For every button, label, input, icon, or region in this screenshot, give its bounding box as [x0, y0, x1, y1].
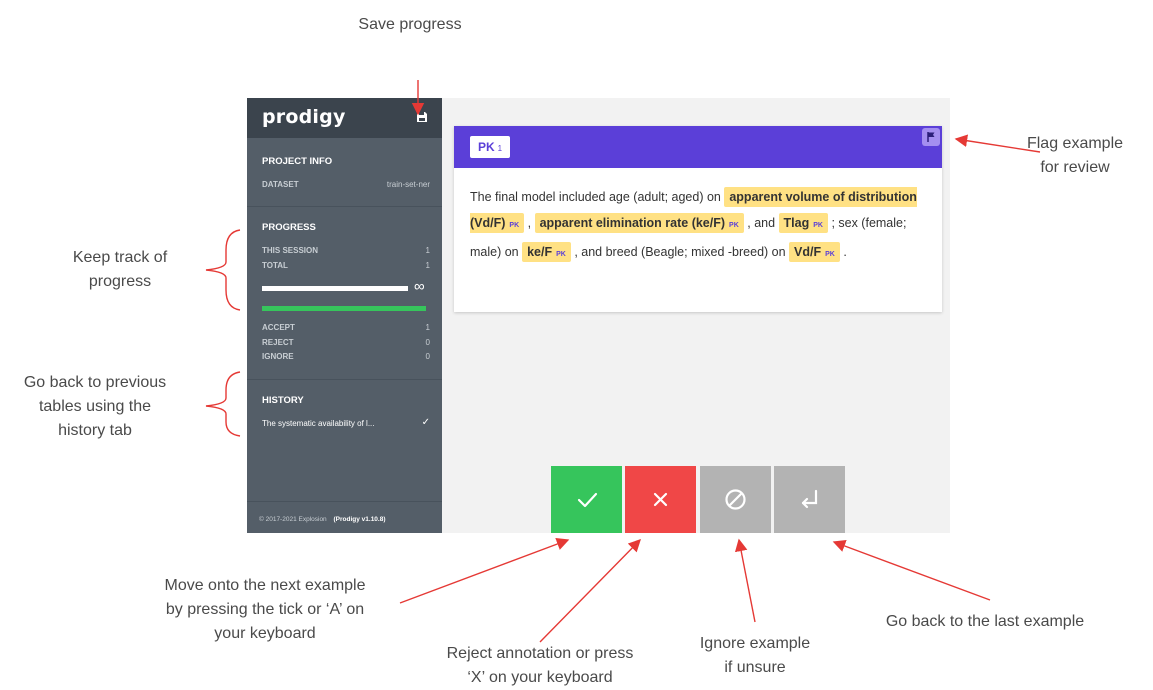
note-line: Ignore example [699, 635, 811, 652]
entity-label: PK [509, 222, 520, 229]
note-ignore: Ignore example if unsure [680, 632, 830, 680]
note-line: tables using the [38, 398, 152, 415]
label-text: PK [478, 140, 495, 154]
x-icon [653, 492, 668, 507]
text-segment: , and [743, 216, 779, 230]
note-flag-example: Flag example for review [1000, 132, 1150, 180]
note-line: Keep track of [72, 249, 168, 266]
arrow-reject [539, 539, 641, 643]
version-text: (Prodigy v1.10.8) [333, 516, 386, 523]
flag-icon[interactable] [922, 128, 940, 146]
this-session-value: 1 [425, 246, 430, 255]
ignore-value: 0 [425, 352, 430, 361]
return-arrow-icon [801, 489, 818, 509]
note-line: your keyboard [214, 625, 316, 642]
entity-label: PK [556, 251, 566, 258]
reject-value: 0 [425, 338, 430, 347]
progress-title: PROGRESS [262, 222, 316, 233]
footer: © 2017-2021 Explosion (Prodigy v1.10.8) [259, 516, 386, 523]
ignore-button[interactable] [700, 466, 771, 533]
dataset-value: train-set-ner [386, 180, 430, 189]
project-info-title: PROJECT INFO [262, 156, 333, 167]
copyright-text: © 2017-2021 Explosion [259, 516, 327, 523]
dataset-key: DATASET [262, 180, 299, 189]
text-segment: , [524, 216, 535, 230]
check-icon [577, 492, 598, 508]
brand-logo: prodigy [262, 106, 346, 128]
label-pk[interactable]: PK 1 [470, 136, 511, 158]
arrow-accept [399, 538, 570, 604]
text-segment: , and breed (Beagle; mixed -breed) on [570, 245, 790, 259]
note-keep-track: Keep track of progress [40, 246, 200, 294]
bracket-history [205, 371, 241, 437]
note-line: history tab [58, 422, 132, 439]
note-line: for review [1040, 159, 1110, 176]
history-title: HISTORY [262, 395, 304, 406]
reject-key: REJECT [262, 338, 294, 347]
note-line: Reject annotation or press [446, 645, 634, 662]
entity-label: PK [813, 222, 823, 229]
bracket-progress [205, 229, 241, 311]
text-segment: . [839, 245, 847, 259]
note-accept: Move onto the next example by pressing t… [140, 574, 390, 646]
check-icon: ✓ [421, 417, 430, 428]
note-line: Move onto the next example [164, 577, 366, 594]
total-key: TOTAL [262, 261, 288, 270]
divider [247, 206, 442, 207]
annotation-text: The final model included age (adult; age… [470, 184, 930, 268]
arrow-undo [832, 539, 991, 601]
main-panel: PK 1 The final model included age (adult;… [442, 98, 950, 533]
floppy-disk-icon[interactable] [416, 111, 428, 123]
infinity-symbol: ∞ [414, 278, 425, 295]
note-line: progress [88, 273, 152, 290]
note-undo: Go back to the last example [885, 613, 1085, 630]
note-line: if unsure [724, 659, 786, 676]
sidebar: prodigy PROJECT INFO DATASET train-set-n… [247, 98, 442, 533]
ignore-key: IGNORE [262, 352, 294, 361]
note-history: Go back to previous tables using the his… [5, 371, 185, 443]
note-line: Flag example [1026, 135, 1124, 152]
text-segment: The final model included age (adult; age… [470, 190, 725, 204]
label-key: 1 [497, 144, 503, 153]
reject-button[interactable] [625, 466, 696, 533]
divider [247, 379, 442, 380]
note-line: by pressing the tick or ‘A’ on [165, 601, 365, 618]
entity-label: PK [729, 222, 739, 229]
entity-span[interactable]: Tlag PK [778, 213, 828, 233]
card-header: PK 1 [454, 126, 942, 168]
accept-button[interactable] [551, 466, 622, 533]
note-save-progress: Save progress [358, 16, 462, 33]
divider [247, 501, 442, 502]
accept-value: 1 [425, 323, 430, 332]
entity-label: PK [825, 251, 835, 258]
arrow-ignore [734, 538, 756, 623]
entity-span[interactable]: ke/F PK [522, 242, 571, 262]
this-session-key: THIS SESSION [262, 246, 319, 255]
note-line: Go back to previous [23, 374, 167, 391]
history-item-text: The systematic availability of l... [262, 419, 375, 428]
entity-span[interactable]: Vd/F PK [789, 242, 840, 262]
note-reject: Reject annotation or press ‘X’ on your k… [420, 642, 660, 690]
annotation-card: PK 1 The final model included age (adult;… [454, 126, 942, 312]
ban-icon [725, 489, 746, 510]
note-line: ‘X’ on your keyboard [467, 669, 613, 686]
accept-key: ACCEPT [262, 323, 295, 332]
total-progress-bar [262, 306, 426, 311]
total-value: 1 [425, 261, 430, 270]
undo-button[interactable] [774, 466, 845, 533]
entity-span[interactable]: apparent elimination rate (ke/F) PK [534, 213, 744, 233]
session-progress-bar [262, 286, 408, 291]
sidebar-header: prodigy [247, 98, 442, 138]
